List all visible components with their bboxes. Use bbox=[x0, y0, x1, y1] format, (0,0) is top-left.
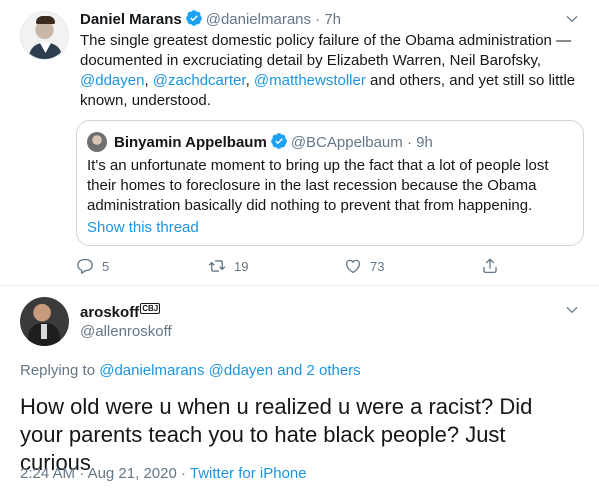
like-button[interactable]: 73 bbox=[344, 254, 384, 278]
mention-separator: , bbox=[245, 72, 254, 89]
like-icon bbox=[345, 259, 361, 274]
like-count: 73 bbox=[370, 258, 385, 274]
reply-icon bbox=[77, 258, 93, 274]
share-button[interactable] bbox=[481, 254, 507, 278]
tweet-text: The single greatest domestic policy fail… bbox=[80, 31, 586, 111]
tweet-header: Daniel Marans @danielmarans · 7h bbox=[80, 9, 341, 33]
quote-author-name: Binyamin Appelbaum bbox=[114, 134, 267, 151]
quoted-tweet[interactable]: Binyamin Appelbaum @BCAppelbaum · 9h It's… bbox=[76, 120, 584, 246]
mention-link[interactable]: @matthewstoller bbox=[254, 72, 366, 89]
quote-header: Binyamin Appelbaum @BCAppelbaum · 9h bbox=[114, 132, 433, 156]
avatar-tie bbox=[41, 324, 47, 339]
tweet-text-fragment: and others, and yet still so little bbox=[365, 72, 576, 89]
avatar[interactable] bbox=[20, 11, 69, 60]
tweet-text-line: known, understood. bbox=[80, 92, 211, 109]
avatar-hair bbox=[36, 16, 55, 24]
tweet-date[interactable]: Aug 21, 2020 bbox=[88, 465, 177, 482]
replying-prefix: Replying to bbox=[20, 362, 100, 379]
quote-author-handle: @BCAppelbaum bbox=[290, 134, 403, 151]
reply-author-handle[interactable]: @allenroskoff bbox=[80, 322, 172, 342]
tweet-text-line: documented in excruciating detail by Eli… bbox=[80, 52, 542, 69]
retweet-count: 19 bbox=[234, 258, 249, 274]
tweet-meta: 2:24 AM · Aug 21, 2020 · Twitter for iPh… bbox=[20, 464, 307, 484]
mention-link[interactable]: @ddayen bbox=[80, 72, 144, 89]
tweet-text-line: @ddayen, @zachdcarter, @matthewstoller a… bbox=[80, 71, 586, 91]
retweet-icon bbox=[208, 260, 226, 272]
replying-to-link[interactable]: @danielmarans @ddayen bbox=[99, 362, 273, 379]
verified-badge-icon bbox=[185, 9, 203, 33]
tweet-time[interactable]: 2:24 AM bbox=[20, 465, 75, 482]
chevron-down-icon[interactable] bbox=[565, 12, 579, 26]
tweet-actions: 5 19 73 bbox=[76, 254, 506, 278]
tweet-source-link[interactable]: Twitter for iPhone bbox=[190, 465, 307, 482]
author-tag: CBJ bbox=[140, 303, 161, 314]
avatar[interactable] bbox=[20, 297, 69, 346]
quote-avatar bbox=[87, 132, 107, 152]
meta-separator: · bbox=[176, 465, 190, 482]
divider bbox=[0, 285, 599, 286]
tweet-time[interactable]: 7h bbox=[324, 11, 341, 28]
reply-button[interactable]: 5 bbox=[76, 254, 109, 278]
time-separator: · bbox=[315, 11, 321, 28]
meta-separator: · bbox=[75, 465, 88, 482]
replying-to: Replying to @danielmarans @ddayen and 2 … bbox=[20, 361, 361, 381]
share-icon bbox=[483, 258, 497, 274]
chevron-down-icon[interactable] bbox=[565, 303, 579, 317]
tweet-text-line: The single greatest domestic policy fail… bbox=[80, 32, 572, 49]
reply-author[interactable]: aroskoff CBJ bbox=[80, 303, 161, 323]
show-thread-link[interactable]: Show this thread bbox=[87, 218, 199, 238]
author-handle[interactable]: @danielmarans bbox=[206, 11, 311, 28]
quote-time: 9h bbox=[416, 134, 433, 151]
mention-link[interactable]: @zachdcarter bbox=[153, 72, 246, 89]
mention-separator: , bbox=[144, 72, 153, 89]
verified-badge-icon bbox=[270, 132, 288, 156]
original-tweet[interactable]: Daniel Marans @danielmarans · 7h The sing… bbox=[0, 0, 599, 286]
quote-text: It's an unfortunate moment to bring up t… bbox=[87, 157, 549, 214]
time-separator: · bbox=[406, 134, 412, 151]
replying-others-link[interactable]: and 2 others bbox=[273, 362, 360, 379]
retweet-button[interactable]: 19 bbox=[208, 254, 248, 278]
reply-author-name: aroskoff bbox=[80, 304, 140, 321]
reply-count: 5 bbox=[102, 258, 110, 274]
author-name[interactable]: Daniel Marans bbox=[80, 11, 182, 28]
